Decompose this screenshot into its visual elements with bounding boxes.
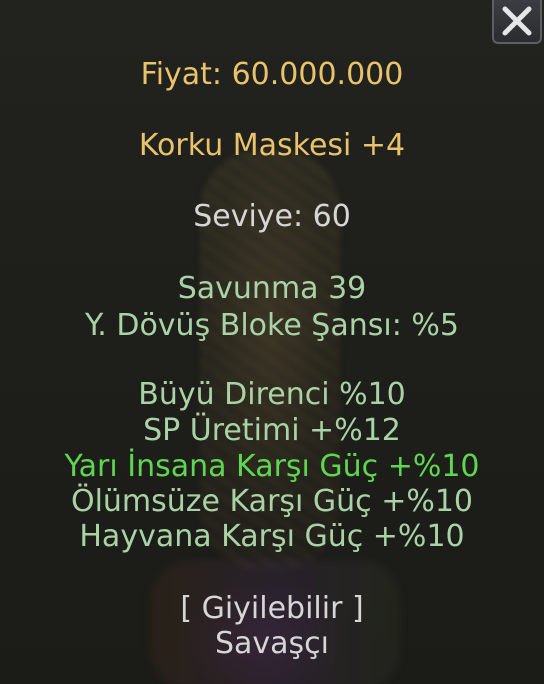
attribute-sp-regen: SP Üretimi +%12: [143, 413, 401, 448]
attribute-strong-vs-half-human: Yarı İnsana Karşı Güç +%10: [64, 449, 480, 484]
item-name: Korku Maskesi +4: [138, 128, 406, 163]
attribute-strong-vs-undead: Ölümsüze Karşı Güç +%10: [70, 484, 474, 519]
attribute-magic-resistance: Büyü Direnci %10: [138, 377, 406, 412]
level-requirement: Seviye: 60: [193, 199, 351, 234]
class-requirement: Savaşçı: [214, 626, 330, 661]
item-tooltip: Fiyat: 60.000.000 Korku Maskesi +4 Seviy…: [0, 0, 544, 684]
close-button[interactable]: [492, 0, 542, 44]
wearable-label: [ Giyilebilir ]: [180, 591, 364, 626]
attribute-strong-vs-animals: Hayvana Karşı Güç +%10: [79, 519, 465, 554]
defense-stat: Savunma 39: [177, 271, 367, 306]
price-text: Fiyat: 60.000.000: [140, 57, 404, 92]
block-chance-stat: Y. Dövüş Bloke Şansı: %5: [85, 308, 459, 343]
close-icon: [502, 6, 532, 36]
